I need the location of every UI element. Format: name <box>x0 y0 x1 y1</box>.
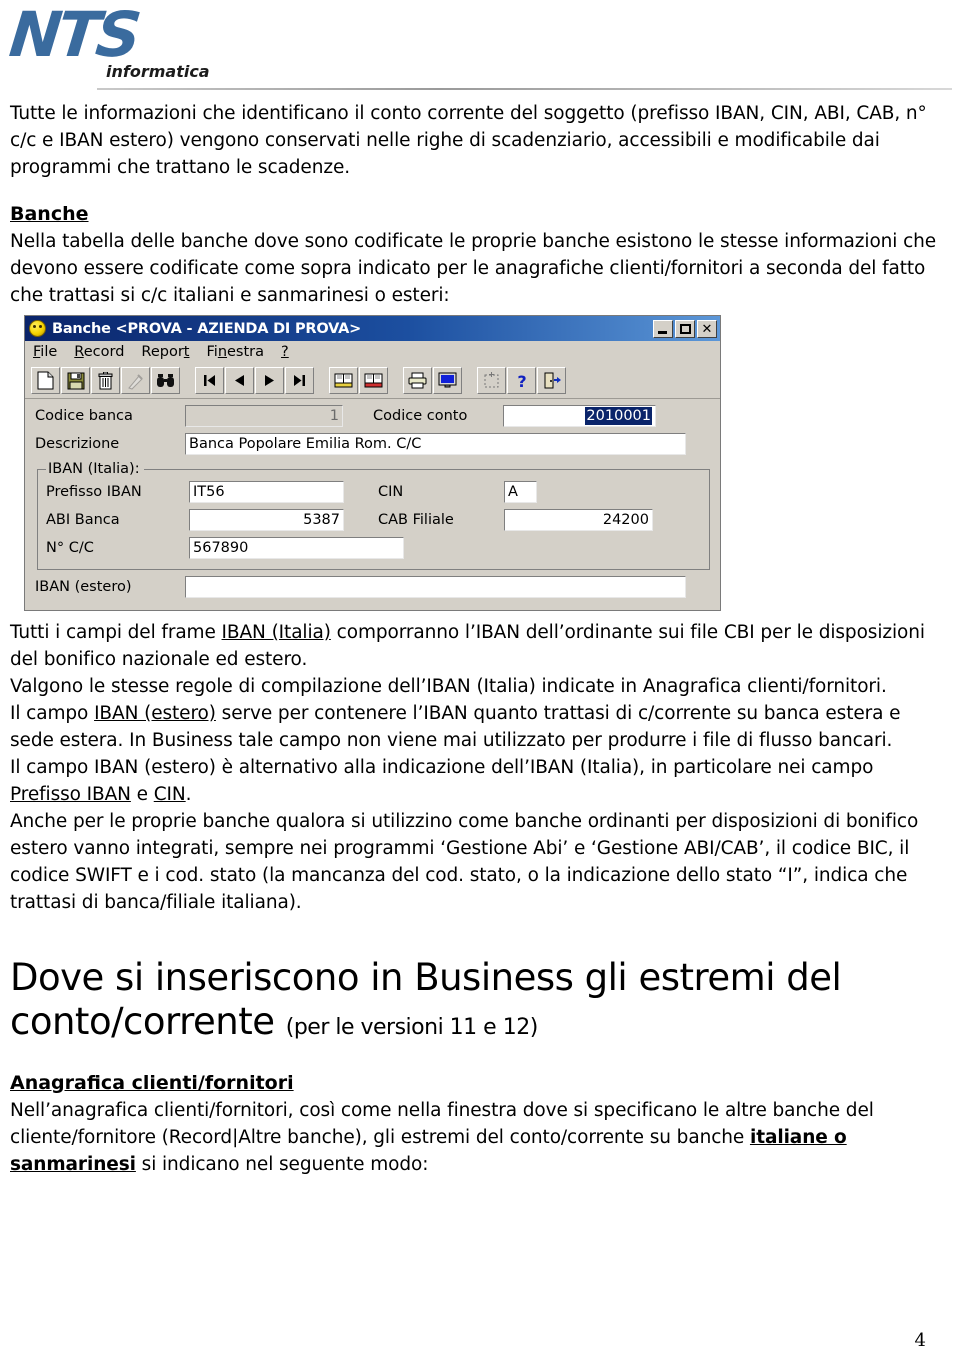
banche-window-screenshot: Banche <PROVA - AZIENDA DI PROVA> ✕ File… <box>24 315 721 611</box>
last-record-icon[interactable] <box>285 367 314 394</box>
next-record-icon[interactable] <box>255 367 284 394</box>
svg-text:?: ? <box>517 372 526 390</box>
row-iban-estero: IBAN (estero) <box>35 576 710 598</box>
save-icon[interactable] <box>61 367 90 394</box>
cin-label: CIN <box>378 484 404 500</box>
toolbar-group-navigation <box>195 367 315 394</box>
menu-record[interactable]: Record <box>74 344 124 360</box>
codice-banca-field[interactable]: 1 <box>185 405 343 427</box>
document-body: Tutte le informazioni che identificano i… <box>0 100 960 1178</box>
toolbar-group-output <box>403 367 463 394</box>
banche-paragraph: Nella tabella delle banche dove sono cod… <box>10 231 937 306</box>
link-iban-italia[interactable]: IBAN (Italia) <box>222 622 331 643</box>
row-codice: Codice banca 1 Codice conto 2010001 <box>35 405 710 427</box>
abi-banca-label: ABI Banca <box>46 512 120 528</box>
delete-icon[interactable] <box>91 367 120 394</box>
toolbar-group-edit <box>31 367 181 394</box>
row-abi-cab: ABI Banca 5387 CAB Filiale 24200 <box>46 509 701 531</box>
abi-banca-field[interactable]: 5387 <box>189 509 344 531</box>
paragraph-alternativo: Il campo IBAN (estero) è alternativo all… <box>10 754 948 808</box>
maximize-icon <box>680 323 691 334</box>
anagrafica-text-b: si indicano nel seguente modo: <box>135 1154 429 1175</box>
cab-filiale-field[interactable]: 24200 <box>504 509 653 531</box>
section-heading-note: (per le versioni 11 e 12) <box>285 1015 539 1040</box>
help-icon[interactable]: ? <box>507 367 536 394</box>
close-button[interactable]: ✕ <box>697 319 717 338</box>
preview-monitor-icon[interactable] <box>433 367 462 394</box>
link-prefisso-iban[interactable]: Prefisso IBAN <box>10 784 131 805</box>
logo-wordmark: NTS <box>6 0 141 71</box>
p3-text-a: Il campo <box>10 703 95 724</box>
find-icon[interactable] <box>151 367 180 394</box>
descrizione-label: Descrizione <box>35 436 120 452</box>
codice-banca-label: Codice banca <box>35 408 133 424</box>
paragraph-banche-ordinanti: Anche per le proprie banche qualora si u… <box>10 811 919 913</box>
row-nc-c: N° C/C 567890 <box>46 537 701 559</box>
page-number: 4 <box>914 1330 926 1351</box>
cin-field[interactable]: A <box>504 481 537 503</box>
app-icon <box>29 320 46 337</box>
toolbar-group-misc: ? <box>477 367 567 394</box>
codice-conto-value: 2010001 <box>585 407 652 425</box>
descrizione-field[interactable]: Banca Popolare Emilia Rom. C/C <box>185 433 686 455</box>
window-toolbar: ? <box>25 363 720 399</box>
p4-text-mid: e <box>130 784 154 805</box>
iban-italia-legend: IBAN (Italia): <box>48 461 140 477</box>
nts-logo: NTS informatica <box>6 0 210 84</box>
menu-help[interactable]: ? <box>281 344 289 360</box>
select-area-icon[interactable] <box>477 367 506 394</box>
paragraph-iban-italia: Tutti i campi del frame IBAN (Italia) co… <box>10 619 948 673</box>
link-iban-estero[interactable]: IBAN (estero) <box>94 703 216 724</box>
window-menubar: File Record Report Finestra ? <box>25 341 720 363</box>
heading-banche: Banche <box>10 203 89 225</box>
p1-text-a: Tutti i campi del frame <box>10 622 222 643</box>
row-prefisso-cin: Prefisso IBAN IT56 CIN A <box>46 481 701 503</box>
iban-italia-group: IBAN (Italia): Prefisso IBAN IT56 CIN A … <box>37 461 710 570</box>
paragraph-iban-estero: Il campo IBAN (estero) serve per contene… <box>10 700 948 754</box>
paragraph-regole: Valgono le stesse regole di compilazione… <box>10 676 887 697</box>
menu-file[interactable]: File <box>33 344 57 360</box>
row-descrizione: Descrizione Banca Popolare Emilia Rom. C… <box>35 433 710 455</box>
menu-finestra[interactable]: Finestra <box>206 344 264 360</box>
window-controls: ✕ <box>653 319 717 338</box>
anagrafica-text-a: Nell’anagrafica clienti/fornitori, così … <box>10 1100 874 1148</box>
menu-report[interactable]: Report <box>141 344 189 360</box>
ledger-red-icon[interactable] <box>359 367 388 394</box>
banche-form: Codice banca 1 Codice conto 2010001 Desc… <box>25 399 720 610</box>
paragraph-anagrafica: Nell’anagrafica clienti/fornitori, così … <box>10 1097 948 1178</box>
header-divider <box>97 88 952 90</box>
maximize-button[interactable] <box>675 319 695 338</box>
prefisso-iban-field[interactable]: IT56 <box>189 481 344 503</box>
p4-text-a: Il campo IBAN (estero) è alternativo all… <box>10 757 874 778</box>
p4-text-end: . <box>185 784 192 805</box>
codice-conto-field[interactable]: 2010001 <box>503 405 656 427</box>
page-header: NTS informatica <box>0 0 960 100</box>
toolbar-group-lists <box>329 367 389 394</box>
print-icon[interactable] <box>403 367 432 394</box>
nc-c-label: N° C/C <box>46 540 94 556</box>
exit-icon[interactable] <box>537 367 566 394</box>
heading-anagrafica: Anagrafica clienti/fornitori <box>10 1072 294 1094</box>
codice-conto-label: Codice conto <box>373 408 468 424</box>
iban-estero-field[interactable] <box>185 576 686 598</box>
ledger-yellow-icon[interactable] <box>329 367 358 394</box>
section-heading: Dove si inseriscono in Business gli estr… <box>10 956 948 1050</box>
close-icon: ✕ <box>701 321 713 337</box>
minimize-button[interactable] <box>653 319 673 338</box>
iban-estero-label: IBAN (estero) <box>35 579 132 595</box>
minimize-icon <box>658 330 667 334</box>
prefisso-iban-label: Prefisso IBAN <box>46 484 142 500</box>
nc-c-field[interactable]: 567890 <box>189 537 404 559</box>
first-record-icon[interactable] <box>195 367 224 394</box>
previous-record-icon[interactable] <box>225 367 254 394</box>
window-title: Banche <PROVA - AZIENDA DI PROVA> <box>52 320 362 337</box>
new-record-icon[interactable] <box>31 367 60 394</box>
clear-icon[interactable] <box>121 367 150 394</box>
intro-paragraph: Tutte le informazioni che identificano i… <box>10 103 927 178</box>
cab-filiale-label: CAB Filiale <box>378 512 454 528</box>
window-titlebar: Banche <PROVA - AZIENDA DI PROVA> ✕ <box>25 316 720 341</box>
logo-subtitle: informatica <box>106 62 210 81</box>
link-cin[interactable]: CIN <box>154 784 186 805</box>
